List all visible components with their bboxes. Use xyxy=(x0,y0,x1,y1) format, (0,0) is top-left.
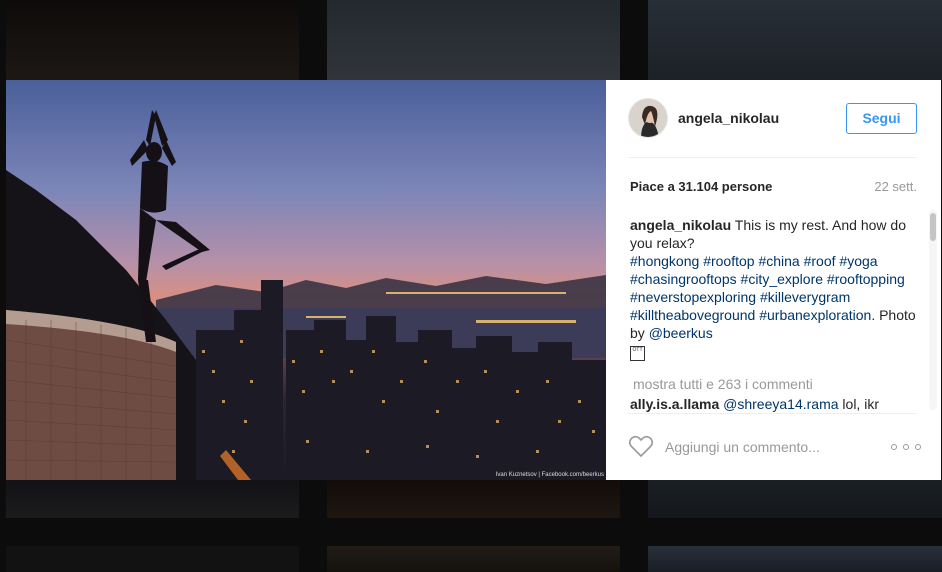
hashtag-link[interactable]: #rooftopping xyxy=(827,271,905,287)
caption-hashtags: #hongkong #rooftop #china #roof #yoga #c… xyxy=(630,253,905,323)
hashtag-link[interactable]: #chasingrooftops xyxy=(630,271,737,287)
hashtag-link[interactable]: #roof xyxy=(804,253,836,269)
likes-row: Piace a 31.104 persone 22 sett. xyxy=(630,179,917,194)
post-timestamp[interactable]: 22 sett. xyxy=(874,179,917,194)
post-details-panel: angela_nikolau Segui Piace a 31.104 pers… xyxy=(606,80,941,480)
comment-mention[interactable]: @shreeya14.rama xyxy=(723,396,838,412)
feed-tile[interactable] xyxy=(6,0,299,80)
hashtag-link[interactable]: #city_explore xyxy=(741,271,824,287)
comment-text: lol, ikr xyxy=(842,395,879,412)
show-all-comments-link[interactable]: mostra tutti e 263 i commenti xyxy=(633,375,926,393)
heart-icon[interactable] xyxy=(628,435,654,459)
hashtag-link[interactable]: #killtheaboveground xyxy=(630,307,755,323)
hashtag-link[interactable]: #rooftop xyxy=(703,253,754,269)
avatar-image xyxy=(629,99,667,137)
feed-tile[interactable] xyxy=(648,480,942,518)
post-header: angela_nikolau Segui xyxy=(628,98,917,138)
scrollbar-thumb[interactable] xyxy=(930,213,936,241)
post-username[interactable]: angela_nikolau xyxy=(678,110,846,126)
feed-tile[interactable] xyxy=(648,0,942,80)
feed-tile[interactable] xyxy=(327,546,620,572)
hashtag-link[interactable]: #hongkong xyxy=(630,253,699,269)
caption-username[interactable]: angela_nikolau xyxy=(630,217,731,233)
likes-count[interactable]: Piace a 31.104 persone xyxy=(630,179,772,194)
photo-by-mention[interactable]: @beerkus xyxy=(649,325,713,341)
hashtag-link[interactable]: #killeverygram xyxy=(760,289,850,305)
avatar[interactable] xyxy=(628,98,668,138)
comment-username[interactable]: ally.is.a.llama xyxy=(630,396,719,412)
hashtag-link[interactable]: #china xyxy=(758,253,799,269)
comment-item: ally.is.a.llama @shreeya14.rama lol, ikr xyxy=(630,395,926,413)
hashtag-link[interactable]: #yoga xyxy=(839,253,877,269)
feed-tile[interactable] xyxy=(648,546,942,572)
feed-tile[interactable] xyxy=(327,480,620,518)
post-photo[interactable]: Ivan Kuznetsov | Facebook.com/beerkus xyxy=(6,80,606,480)
feed-tile[interactable] xyxy=(6,480,299,518)
photo-credit: Ivan Kuznetsov | Facebook.com/beerkus xyxy=(495,472,604,478)
follow-button[interactable]: Segui xyxy=(846,102,917,134)
hashtag-link[interactable]: #neverstopexploring xyxy=(630,289,756,305)
add-comment-input[interactable] xyxy=(665,439,891,455)
comments-scrollbar[interactable] xyxy=(929,210,937,410)
more-options-icon[interactable] xyxy=(891,437,921,457)
divider xyxy=(628,413,917,414)
divider xyxy=(628,157,917,158)
comment-bar xyxy=(628,432,921,462)
photo-scene xyxy=(6,110,606,480)
comments-list[interactable]: angela_nikolau This is my rest. And how … xyxy=(630,216,926,414)
feed-tile[interactable] xyxy=(6,546,299,572)
hashtag-link[interactable]: #urbanexploration xyxy=(759,307,871,323)
feed-tile[interactable] xyxy=(327,0,620,80)
emoji-icon: OTT xyxy=(630,345,645,361)
